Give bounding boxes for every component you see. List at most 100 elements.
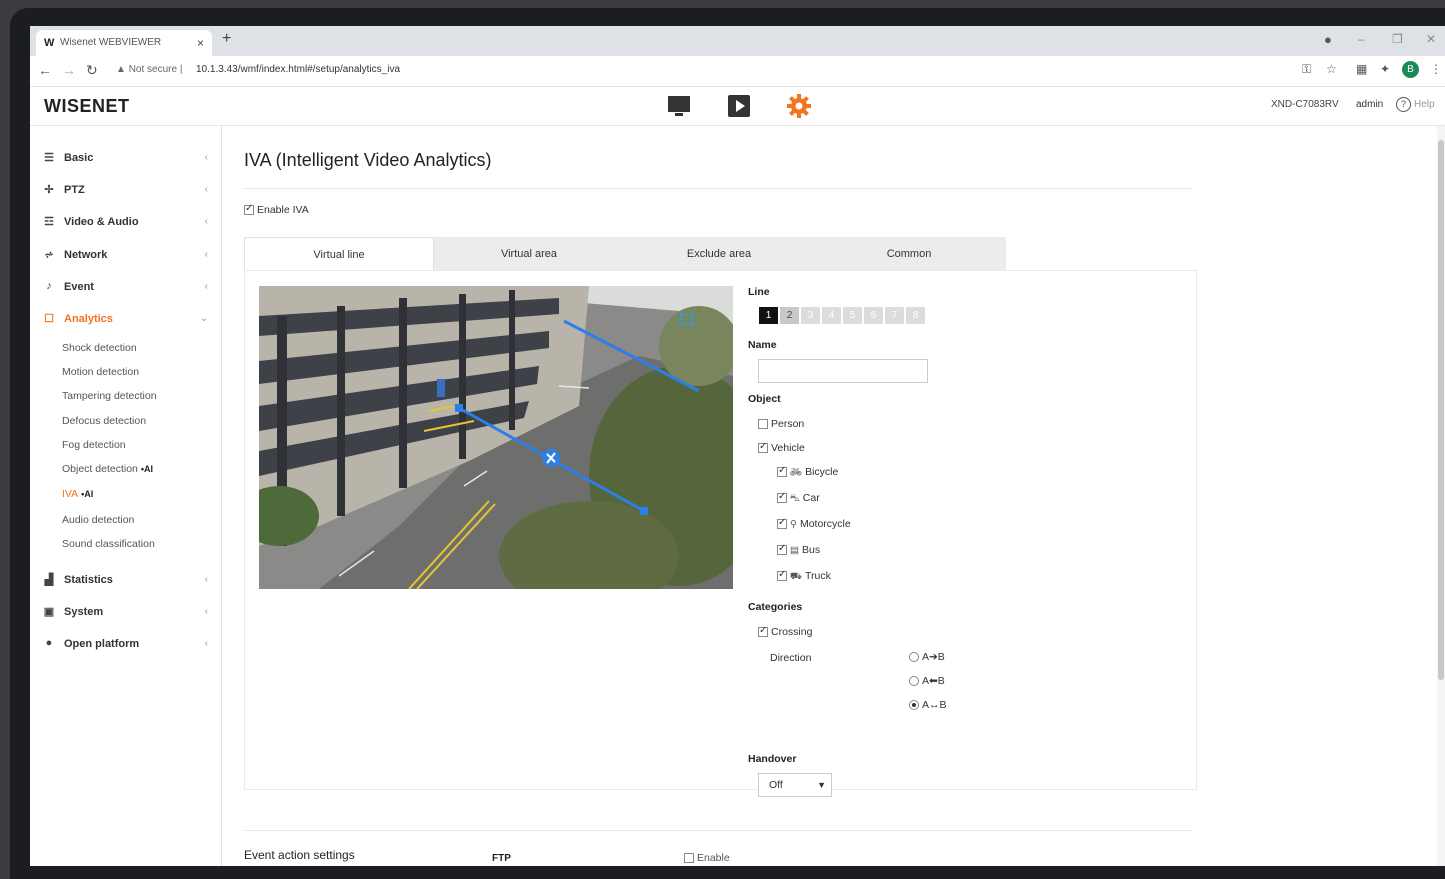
sidebar-sub-tampering-detection[interactable]: Tampering detection — [62, 390, 157, 402]
checkbox[interactable] — [777, 491, 787, 504]
camera-preview[interactable] — [259, 286, 733, 589]
url-text[interactable]: 10.1.3.43/wmf/index.html#/setup/analytic… — [196, 64, 400, 75]
line-number-2[interactable]: 2 — [780, 307, 799, 324]
radio[interactable] — [909, 652, 919, 663]
chevron-down-icon: ⌄ — [199, 313, 208, 324]
restore-icon[interactable]: ❐ — [1392, 32, 1403, 46]
direction-both-radio[interactable]: A↔B — [909, 699, 947, 711]
sidebar-item-open-platform[interactable]: ● Open platform ‹ — [42, 636, 214, 656]
vehicle-checkbox[interactable]: Vehicle — [758, 441, 805, 454]
line-number-8[interactable]: 8 — [906, 307, 925, 324]
sidebar-sub-defocus-detection[interactable]: Defocus detection — [62, 415, 146, 427]
key-icon[interactable]: ⚿ — [1302, 62, 1311, 77]
sidebar: ☰ Basic ‹ ✢ PTZ ‹ ☲ Video & Audio ‹ ⩫ Ne… — [30, 126, 222, 866]
crossing-checkbox[interactable]: Crossing — [758, 625, 812, 638]
sidebar-sub-object-detection[interactable]: Object detection •AI — [62, 463, 153, 475]
move-icon: ✢ — [44, 184, 54, 196]
back-icon[interactable]: ← — [38, 62, 52, 78]
sidebar-item-ptz[interactable]: ✢ PTZ ‹ — [42, 182, 214, 202]
browser-tab-title: Wisenet WEBVIEWER — [60, 37, 162, 48]
puzzle-icon[interactable]: ✦ — [1380, 62, 1390, 76]
app-header: WISENET XND-C7083RV admin ? Help — [30, 87, 1445, 126]
star-icon[interactable]: ☆ — [1326, 62, 1337, 76]
checkbox[interactable] — [758, 419, 768, 430]
network-icon: ⩫ — [44, 249, 54, 261]
line-number-1[interactable]: 1 — [759, 307, 778, 324]
enable-iva-checkbox[interactable]: Enable IVA — [244, 203, 309, 216]
page-scrollbar[interactable] — [1437, 126, 1445, 866]
bell-icon: ♪ — [46, 280, 52, 292]
checkbox[interactable] — [777, 543, 787, 556]
tab-common[interactable]: Common — [814, 237, 1004, 271]
sidebar-item-basic[interactable]: ☰ Basic ‹ — [42, 150, 214, 170]
motorcycle-icon: ⚲ — [790, 519, 797, 530]
screen: W Wisenet WEBVIEWER × + ● – ❐ ✕ ← → ↻ ▲ … — [30, 26, 1445, 866]
tab-exclude-area[interactable]: Exclude area — [624, 237, 814, 271]
platform-icon: ● — [45, 637, 53, 649]
browser-tab[interactable]: W Wisenet WEBVIEWER × — [36, 30, 212, 56]
direction-a-to-b-radio[interactable]: A➔B — [909, 651, 945, 663]
radio[interactable] — [909, 676, 919, 687]
menu-dots-icon[interactable]: ⋮ — [1430, 62, 1442, 76]
sidebar-item-label: Network — [64, 249, 108, 261]
sidebar-item-network[interactable]: ⩫ Network ‹ — [42, 247, 214, 267]
sidebar-sub-audio-detection[interactable]: Audio detection — [62, 514, 134, 526]
line-number-7[interactable]: 7 — [885, 307, 904, 324]
analytics-icon: ☐ — [44, 313, 54, 325]
scrollbar-thumb[interactable] — [1438, 140, 1444, 680]
sidebar-sub-sound-classification[interactable]: Sound classification — [62, 538, 155, 550]
live-monitor-icon[interactable] — [666, 93, 692, 119]
not-secure-label[interactable]: ▲ Not secure | — [116, 64, 182, 75]
forward-icon[interactable]: → — [62, 62, 76, 78]
truck-checkbox[interactable]: ⛟Truck — [777, 569, 831, 583]
person-checkbox[interactable]: Person — [758, 418, 804, 430]
close-tab-icon[interactable]: × — [197, 30, 204, 56]
line-number-4[interactable]: 4 — [822, 307, 841, 324]
name-input[interactable] — [758, 359, 928, 383]
help-button[interactable]: ? Help — [1396, 97, 1435, 112]
profile-avatar[interactable]: B — [1402, 61, 1419, 78]
tab-virtual-area[interactable]: Virtual area — [434, 237, 624, 271]
motorcycle-checkbox[interactable]: ⚲Motorcycle — [777, 517, 851, 530]
sidebar-item-analytics[interactable]: ☐ Analytics ⌄ — [42, 311, 214, 331]
chevron-left-icon: ‹ — [204, 152, 208, 163]
checkbox[interactable] — [777, 517, 787, 530]
sidebar-item-event[interactable]: ♪ Event ‹ — [42, 279, 214, 299]
warning-icon: ▲ — [116, 64, 129, 75]
sidebar-item-statistics[interactable]: ▟ Statistics ‹ — [42, 572, 214, 592]
setup-gear-icon[interactable] — [786, 93, 812, 119]
new-tab-button[interactable]: + — [222, 30, 231, 48]
page-title: IVA (Intelligent Video Analytics) — [244, 150, 492, 170]
handover-select[interactable]: Off ▼ — [758, 773, 832, 797]
car-checkbox[interactable]: ⛍Car — [777, 491, 820, 505]
bus-checkbox[interactable]: ▤Bus — [777, 543, 820, 556]
sidebar-sub-motion-detection[interactable]: Motion detection — [62, 366, 139, 378]
checkbox[interactable] — [777, 569, 787, 582]
bicycle-checkbox[interactable]: 🚲︎Bicycle — [777, 465, 838, 478]
sidebar-sub-iva[interactable]: IVA •AI — [62, 488, 93, 500]
radio[interactable] — [909, 700, 919, 711]
tab-virtual-line[interactable]: Virtual line — [244, 237, 434, 272]
user-name[interactable]: admin — [1356, 99, 1383, 110]
checkbox[interactable] — [758, 625, 768, 638]
sidebar-sub-shock-detection[interactable]: Shock detection — [62, 342, 137, 354]
checkbox[interactable] — [777, 465, 787, 478]
playback-icon[interactable] — [726, 93, 752, 119]
sidebar-item-label: Analytics — [64, 313, 113, 325]
sidebar-sub-fog-detection[interactable]: Fog detection — [62, 439, 126, 451]
direction-b-to-a-radio[interactable]: A⬅B — [909, 675, 945, 687]
system-icon: ▣ — [43, 606, 55, 618]
line-number-3[interactable]: 3 — [801, 307, 820, 324]
extension-icon[interactable]: ▦ — [1356, 62, 1367, 76]
ftp-enable-checkbox[interactable]: Enable — [684, 852, 730, 864]
sidebar-item-system[interactable]: ▣ System ‹ — [42, 604, 214, 624]
close-window-icon[interactable]: ✕ — [1426, 32, 1436, 46]
checkbox[interactable] — [758, 441, 768, 454]
minimize-icon[interactable]: – — [1358, 32, 1365, 46]
checkbox[interactable] — [684, 853, 694, 864]
line-number-6[interactable]: 6 — [864, 307, 883, 324]
checkbox[interactable] — [244, 203, 254, 216]
sidebar-item-video-audio[interactable]: ☲ Video & Audio ‹ — [42, 214, 214, 234]
reload-icon[interactable]: ↻ — [86, 62, 98, 79]
line-number-5[interactable]: 5 — [843, 307, 862, 324]
